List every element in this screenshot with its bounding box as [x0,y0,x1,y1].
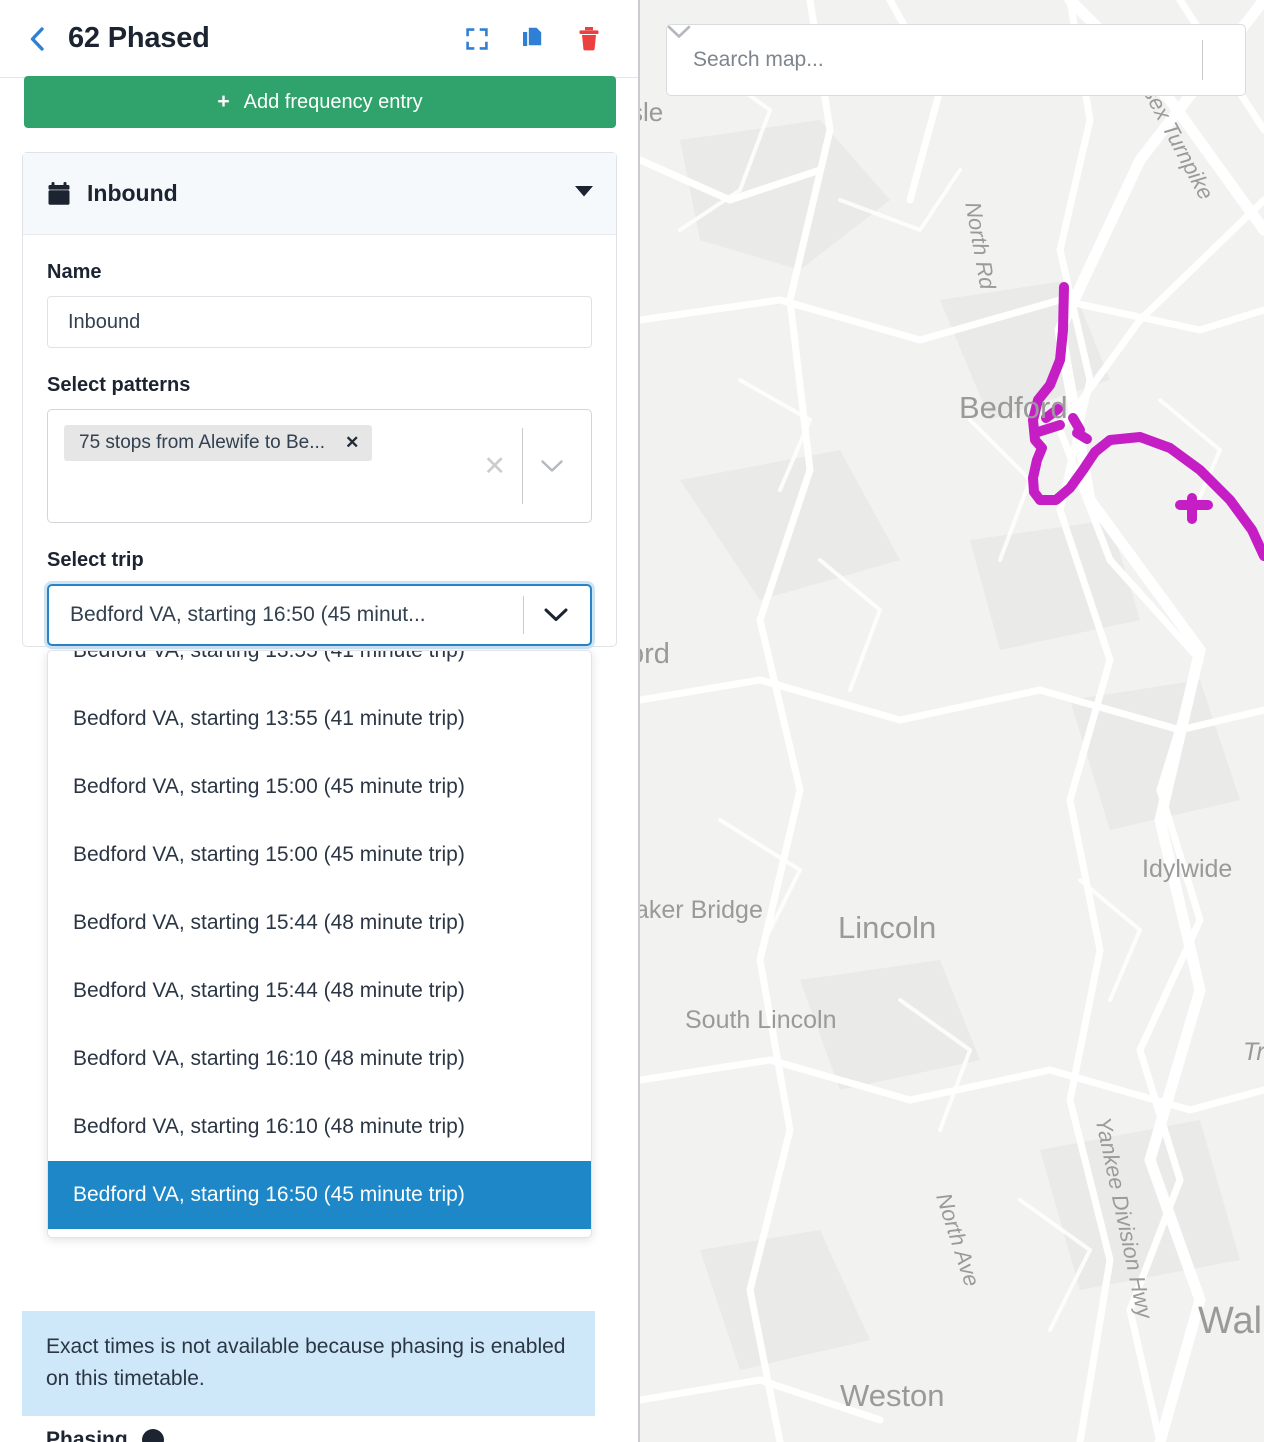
name-input[interactable] [47,296,592,348]
trip-option[interactable]: Bedford VA, starting 16:50 (45 minute tr… [48,1161,591,1229]
calendar-icon [47,181,71,207]
patterns-controls: ✕ [467,410,591,522]
close-icon[interactable]: ✕ [345,433,359,453]
divider [1202,40,1203,80]
phasing-info-text: Exact times is not available because pha… [46,1331,571,1394]
name-label: Name [47,261,592,284]
trip-option[interactable]: Bedford VA, starting 16:10 (48 minute tr… [48,1025,591,1093]
patterns-selected-values: 75 stops from Alewife to Be... ✕ [48,410,467,461]
header-actions [464,24,616,54]
map-search-bar[interactable] [666,24,1246,96]
trip-options-list: Bedford VA, starting 13:55 (41 minute tr… [48,651,591,1229]
select-trip-label: Select trip [47,549,592,572]
chevron-down-icon[interactable] [523,460,577,473]
trip-option[interactable]: Bedford VA, starting 15:00 (45 minute tr… [48,753,591,821]
trip-select-value: Bedford VA, starting 16:50 (45 minut... [70,603,426,627]
pattern-chip-label: 75 stops from Alewife to Be... [79,432,325,454]
trip-option[interactable]: Bedford VA, starting 13:55 (41 minute tr… [48,651,591,685]
add-frequency-entry-button[interactable]: + Add frequency entry [24,76,616,128]
clear-all-icon[interactable]: ✕ [467,453,522,480]
plus-icon: + [217,90,229,114]
trip-select-wrapper: Bedford VA, starting 16:50 (45 minut... … [47,584,592,646]
delete-icon[interactable] [576,24,602,54]
trip-option[interactable]: Bedford VA, starting 13:55 (41 minute tr… [48,685,591,753]
frequency-entry-card: Inbound Name Select patterns 75 stops fr… [22,152,617,647]
map-canvas [640,0,1264,1442]
map-view[interactable]: sleMiddlesex TurnpikeNorth RdBedfordorda… [640,0,1264,1442]
patterns-multiselect[interactable]: 75 stops from Alewife to Be... ✕ ✕ [47,409,592,523]
search-controls [1202,25,1245,95]
add-frequency-entry-label: Add frequency entry [244,91,423,114]
card-title: Inbound [87,180,178,207]
trip-option[interactable]: Bedford VA, starting 15:00 (45 minute tr… [48,821,591,889]
trip-option[interactable]: Bedford VA, starting 15:44 (48 minute tr… [48,889,591,957]
phasing-info-box: Exact times is not available because pha… [22,1311,595,1416]
card-body: Name Select patterns 75 stops from Alewi… [23,235,616,646]
caret-down-icon[interactable] [574,185,594,203]
trip-option[interactable]: Bedford VA, starting 16:10 (48 minute tr… [48,1093,591,1161]
help-icon[interactable] [142,1429,164,1442]
select-patterns-label: Select patterns [47,374,592,397]
chevron-left-icon[interactable] [26,24,48,54]
phasing-label: Phasing [46,1428,128,1442]
panel-header: 62 Phased [0,0,638,78]
duplicate-icon[interactable] [520,24,546,54]
phasing-field: Phasing [46,1428,164,1442]
expand-icon[interactable] [464,24,490,54]
trip-select-controls [523,586,590,644]
page-title: 62 Phased [68,22,210,55]
trip-options-dropdown[interactable]: Bedford VA, starting 13:55 (41 minute tr… [47,650,592,1238]
editor-panel: 62 Phased [0,0,640,1442]
trip-select[interactable]: Bedford VA, starting 16:50 (45 minut... [47,584,592,646]
card-header[interactable]: Inbound [23,153,616,235]
search-input[interactable] [691,47,1202,73]
trip-options-scroll[interactable]: Bedford VA, starting 13:55 (41 minute tr… [48,651,591,1229]
pattern-chip[interactable]: 75 stops from Alewife to Be... ✕ [64,425,372,461]
trip-option[interactable]: Bedford VA, starting 15:44 (48 minute tr… [48,957,591,1025]
chevron-down-icon[interactable] [524,608,590,622]
